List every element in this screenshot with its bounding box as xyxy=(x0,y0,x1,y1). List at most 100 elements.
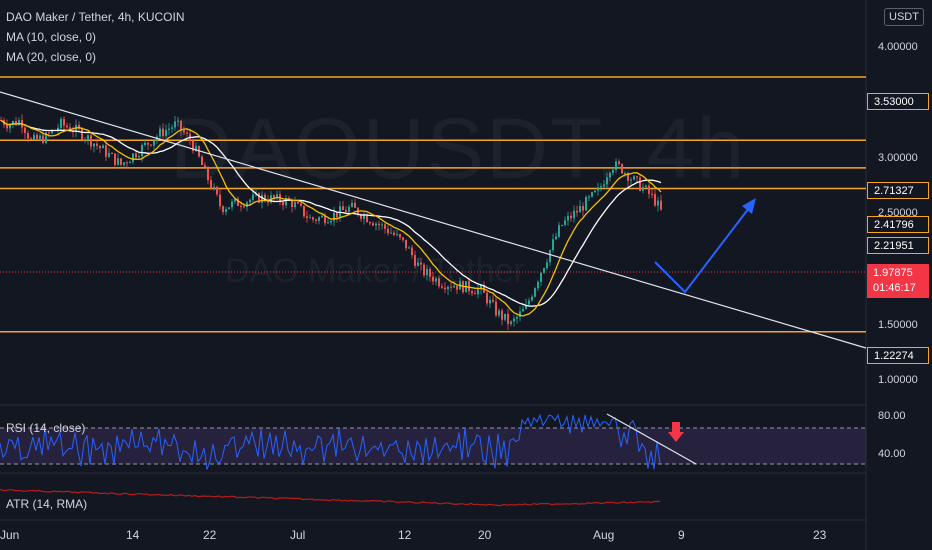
time-tick: 9 xyxy=(678,528,685,542)
price-tick: 1.00000 xyxy=(878,374,918,386)
candle-body xyxy=(129,161,131,164)
candle-body xyxy=(300,203,302,206)
projection-path[interactable] xyxy=(654,203,753,294)
rsi-tick: 40.00 xyxy=(878,448,906,460)
ma10-legend[interactable]: MA (10, close, 0) xyxy=(6,30,96,44)
candle-body xyxy=(126,162,128,164)
candle-body xyxy=(99,145,101,149)
candle-body xyxy=(378,223,380,226)
level-badge-2-22[interactable]: 2.21951 xyxy=(867,237,929,254)
candle-body xyxy=(507,313,509,325)
time-tick: Aug xyxy=(593,528,615,542)
candle-body xyxy=(342,206,344,211)
candle-body xyxy=(537,281,539,289)
candle-body xyxy=(564,220,566,226)
level-badge-3-53[interactable]: 3.53000 xyxy=(867,93,929,110)
candle-body xyxy=(84,139,86,141)
candle-body xyxy=(540,272,542,282)
candle-body xyxy=(516,316,518,319)
candle-body xyxy=(555,236,557,240)
level-badge-2-42[interactable]: 2.41796 xyxy=(867,216,929,233)
candle-body xyxy=(549,250,551,263)
candle-body xyxy=(531,296,533,301)
candle-body xyxy=(228,207,230,210)
candle-body xyxy=(303,205,305,217)
candle-body xyxy=(36,134,38,140)
candle-body xyxy=(489,299,491,304)
candle-body xyxy=(471,291,473,294)
candle-body xyxy=(405,239,407,249)
ma20-legend[interactable]: MA (20, close, 0) xyxy=(6,50,96,64)
candle-body xyxy=(243,206,245,208)
candle-body xyxy=(570,215,572,219)
candle-body xyxy=(312,217,314,220)
candle-body xyxy=(96,143,98,146)
rsi-label[interactable]: RSI (14, close) xyxy=(6,421,85,435)
candle-body xyxy=(102,145,104,149)
candle-body xyxy=(294,202,296,207)
candle-body xyxy=(117,158,119,165)
candle-body xyxy=(9,124,11,129)
candle-body xyxy=(81,128,83,140)
candle-body xyxy=(135,153,137,158)
candle-body xyxy=(114,153,116,165)
candle-body xyxy=(18,120,20,126)
candle-body xyxy=(90,135,92,147)
candle-body xyxy=(87,135,89,140)
last-price-badge: 1.97875 01:46:17 xyxy=(867,264,929,298)
symbol-watermark: DAOUSDT, 4h xyxy=(170,101,747,197)
candle-body xyxy=(66,125,68,128)
candle-body xyxy=(138,156,140,158)
candle-body xyxy=(351,202,353,207)
candle-body xyxy=(573,210,575,219)
candle-body xyxy=(123,162,125,165)
candle-body xyxy=(63,118,65,126)
candle-body xyxy=(162,128,164,137)
candle-body xyxy=(345,210,347,212)
candle-body xyxy=(165,129,167,137)
time-tick: Jul xyxy=(290,528,306,542)
candle-body xyxy=(504,313,506,320)
candle-body xyxy=(372,223,374,226)
candle-body xyxy=(558,225,560,237)
name-watermark: DAO Maker / Tether xyxy=(225,252,525,290)
candle-body xyxy=(282,202,284,206)
candle-body xyxy=(336,212,338,218)
candle-body xyxy=(408,247,410,249)
candle-body xyxy=(384,224,386,229)
bar-countdown: 01:46:17 xyxy=(873,282,916,294)
candle-body xyxy=(60,118,62,128)
candle-body xyxy=(534,288,536,297)
candle-body xyxy=(327,222,329,224)
candle-body xyxy=(108,153,110,157)
candle-body xyxy=(567,215,569,221)
candle-body xyxy=(396,234,398,236)
candle-body xyxy=(546,262,548,269)
chart-title[interactable]: DAO Maker / Tether, 4h, KUCOIN xyxy=(6,10,185,24)
candle-body xyxy=(474,293,476,295)
candle-body xyxy=(249,199,251,203)
candle-body xyxy=(105,145,107,157)
candle-body xyxy=(354,202,356,208)
time-tick: 23 xyxy=(813,528,827,542)
time-tick: 22 xyxy=(203,528,217,542)
candle-body xyxy=(222,206,224,213)
atr-label[interactable]: ATR (14, RMA) xyxy=(6,497,87,511)
candle-body xyxy=(585,196,587,211)
candle-body xyxy=(657,200,659,206)
candle-body xyxy=(390,232,392,234)
currency-button[interactable]: USDT xyxy=(884,8,924,26)
level-badge-1-22[interactable]: 1.22274 xyxy=(867,347,929,364)
candle-body xyxy=(528,300,530,305)
projection-arrowhead xyxy=(742,198,756,214)
candle-body xyxy=(519,311,521,317)
candle-body xyxy=(309,217,311,219)
time-tick: Jun xyxy=(0,528,20,542)
time-tick: 14 xyxy=(126,528,140,542)
time-tick: 12 xyxy=(398,528,412,542)
candle-body xyxy=(6,124,8,129)
level-badge-2-71[interactable]: 2.71327 xyxy=(867,182,929,199)
candle-body xyxy=(30,138,32,140)
candle-body xyxy=(39,135,41,140)
candle-body xyxy=(393,232,395,235)
